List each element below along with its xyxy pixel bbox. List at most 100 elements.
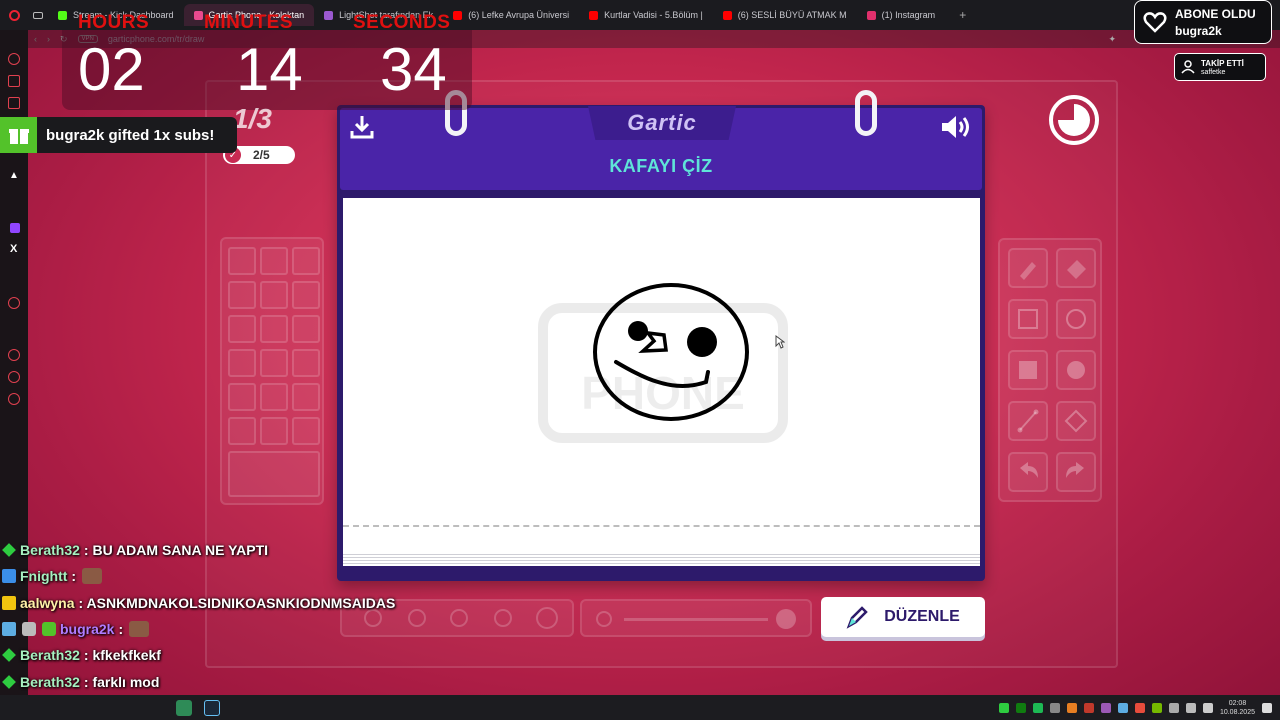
color-swatch[interactable] xyxy=(260,417,288,445)
tab-menu-icon[interactable] xyxy=(28,11,48,19)
chat-text: : xyxy=(71,568,77,585)
ellipse-fill-tool[interactable] xyxy=(1056,350,1096,390)
steam-taskbar-icon[interactable] xyxy=(204,699,220,716)
chat-text: : xyxy=(118,621,124,638)
color-swatch[interactable] xyxy=(260,349,288,377)
clock[interactable]: 02:08 10.08.2025 xyxy=(1220,699,1255,717)
subscribe-alert-title: ABONE OLDU xyxy=(1175,6,1256,21)
speaker-icon[interactable] xyxy=(940,113,974,141)
color-swatch[interactable] xyxy=(292,383,320,411)
browser-tab[interactable]: (6) Lefke Avrupa Üniversi xyxy=(443,4,579,26)
gartic-logo: Gartic xyxy=(627,110,697,135)
notification-icon[interactable] xyxy=(1262,702,1272,713)
sidebar-settings-icon[interactable] xyxy=(8,393,20,405)
pin-icon[interactable]: ✦ xyxy=(1108,34,1116,45)
tray-nvidia-icon[interactable] xyxy=(1151,702,1162,713)
sidebar-icon-2[interactable] xyxy=(8,75,20,87)
size-option-4[interactable] xyxy=(494,609,512,627)
sidebar-icon-arrow[interactable]: ▲ xyxy=(9,170,19,181)
tray-network-icon[interactable] xyxy=(1185,702,1196,713)
color-swatch[interactable] xyxy=(228,247,256,275)
tray-volume-icon[interactable] xyxy=(1202,702,1213,713)
back-icon[interactable]: ‹ xyxy=(34,34,37,44)
browser-tab[interactable]: (1) Instagram xyxy=(857,4,946,26)
color-swatch[interactable] xyxy=(260,281,288,309)
chat-username[interactable]: Berath32 xyxy=(20,542,80,558)
rect-outline-tool[interactable] xyxy=(1008,299,1048,339)
tray-spotify-icon[interactable] xyxy=(1032,702,1043,713)
edit-button[interactable]: DÜZENLE xyxy=(821,597,985,637)
browser-tab[interactable]: Kurtlar Vadisi - 5.Bölüm | xyxy=(579,4,713,26)
chat-message: aalwyna: ASNKMDNAKOLSIDNIKOASNKIODNMSAID… xyxy=(0,590,420,616)
pencil-edit-icon xyxy=(846,606,868,629)
size-option-5[interactable] xyxy=(536,607,558,629)
tray-xbox-icon[interactable] xyxy=(1015,702,1026,713)
tab-favicon-icon xyxy=(866,10,876,20)
diamond-badge-icon xyxy=(2,648,16,663)
forward-icon[interactable]: › xyxy=(47,34,50,44)
undo-tool[interactable] xyxy=(1008,452,1048,492)
ellipse-outline-tool[interactable] xyxy=(1056,299,1096,339)
chat-username[interactable]: Berath32 xyxy=(20,674,80,690)
hours-value: 02 xyxy=(78,36,145,103)
redo-tool[interactable] xyxy=(1056,452,1096,492)
color-swatch[interactable] xyxy=(228,417,256,445)
drawing-canvas[interactable]: PHONE xyxy=(343,198,980,556)
chat-username[interactable]: bugra2k xyxy=(60,621,114,637)
tray-steam-icon[interactable] xyxy=(1117,702,1128,713)
chat-username[interactable]: aalwyna xyxy=(20,595,74,611)
size-option-3[interactable] xyxy=(450,609,468,627)
tray-headset-icon[interactable] xyxy=(1049,702,1060,713)
notepad-pages xyxy=(343,552,980,566)
color-swatch[interactable] xyxy=(228,281,256,309)
color-swatch[interactable] xyxy=(292,315,320,343)
browser-tab[interactable]: (6) SESLİ BÜYÜ ATMAK M xyxy=(713,4,857,26)
line-tool[interactable] xyxy=(1008,401,1048,441)
sidebar-icon-1[interactable] xyxy=(8,53,20,65)
color-swatch[interactable] xyxy=(292,349,320,377)
tab-favicon-icon xyxy=(722,10,732,20)
color-swatch[interactable] xyxy=(260,383,288,411)
twitch-icon[interactable] xyxy=(10,223,20,233)
crown-badge-icon xyxy=(2,595,16,610)
tray-mic-icon[interactable] xyxy=(1168,702,1179,713)
undo-icon xyxy=(1020,462,1038,478)
x-icon[interactable]: X xyxy=(10,243,17,255)
color-swatch[interactable] xyxy=(228,315,256,343)
custom-color-swatch[interactable] xyxy=(228,451,320,497)
tray-app-icon[interactable] xyxy=(1066,702,1077,713)
color-swatch[interactable] xyxy=(292,417,320,445)
sidebar-icon-chat[interactable] xyxy=(8,371,20,383)
rect-fill-tool[interactable] xyxy=(1008,350,1048,390)
fill-tool[interactable] xyxy=(1056,401,1096,441)
color-swatch[interactable] xyxy=(228,349,256,377)
opacity-handle[interactable] xyxy=(776,609,796,629)
follow-alert-user: saffetke xyxy=(1201,68,1226,76)
chat-username[interactable]: Fnightt xyxy=(20,568,67,584)
color-swatch[interactable] xyxy=(260,315,288,343)
download-icon[interactable] xyxy=(349,114,375,140)
tray-play-icon[interactable] xyxy=(998,702,1009,713)
timer-clock-icon xyxy=(1049,95,1099,145)
extra-badge-icon xyxy=(22,622,36,637)
tray-rec-icon[interactable] xyxy=(1134,702,1145,713)
eraser-tool[interactable] xyxy=(1056,248,1096,288)
sidebar-icon-play[interactable] xyxy=(8,297,20,309)
chat-username[interactable]: Berath32 xyxy=(20,647,80,663)
tray-shield-icon[interactable] xyxy=(1083,702,1094,713)
sidebar-icon-clock[interactable] xyxy=(8,349,20,361)
color-swatch[interactable] xyxy=(260,247,288,275)
color-swatch[interactable] xyxy=(228,383,256,411)
pen-tool[interactable] xyxy=(1008,248,1048,288)
user-icon xyxy=(1181,60,1195,74)
browser-logo-icon[interactable] xyxy=(0,9,28,21)
opacity-slider[interactable] xyxy=(624,618,768,621)
sidebar-icon-3[interactable] xyxy=(8,97,20,109)
color-swatch[interactable] xyxy=(292,247,320,275)
chat-message: bugra2k: xyxy=(0,616,420,642)
color-swatch[interactable] xyxy=(292,281,320,309)
new-tab-icon[interactable]: + xyxy=(959,8,966,22)
discord-taskbar-icon[interactable] xyxy=(176,699,192,716)
tray-lightshot-icon[interactable] xyxy=(1100,702,1111,713)
tab-favicon-icon xyxy=(58,10,67,20)
